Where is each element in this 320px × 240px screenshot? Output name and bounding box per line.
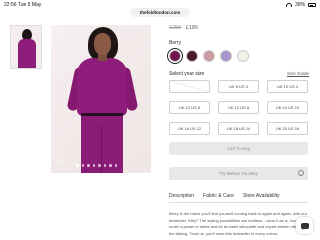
battery-icon bbox=[308, 3, 316, 7]
gallery-dots bbox=[76, 164, 117, 167]
product-main-image[interactable] bbox=[51, 25, 151, 173]
chat-button[interactable] bbox=[296, 217, 313, 234]
tab-divider bbox=[169, 202, 308, 203]
size-option[interactable]: UK 16 US 12 bbox=[169, 122, 210, 135]
size-label: Select your size bbox=[169, 71, 205, 77]
size-option[interactable]: UK 14 US 10 bbox=[267, 101, 308, 114]
size-option[interactable]: UK 12 US 8 bbox=[218, 101, 259, 114]
expand-icon[interactable]: ⤢ bbox=[57, 158, 65, 166]
gallery-dot[interactable] bbox=[98, 164, 101, 167]
chat-icon bbox=[300, 222, 309, 230]
size-guide-link[interactable]: Size Guide bbox=[287, 71, 309, 76]
swatch-berry[interactable] bbox=[167, 48, 183, 64]
wifi-icon bbox=[285, 3, 292, 7]
product-description: Berry is the brave you'll find yourself … bbox=[169, 211, 307, 236]
info-icon[interactable]: i bbox=[298, 170, 304, 176]
size-option[interactable]: UK 18 US 14 bbox=[218, 122, 259, 135]
model-belt bbox=[81, 113, 123, 116]
color-swatches bbox=[167, 48, 249, 64]
gallery-dot[interactable] bbox=[76, 164, 79, 167]
url-bar[interactable]: thefoldlondon.com bbox=[130, 8, 190, 17]
try-before-label: Try Before You Buy bbox=[219, 171, 258, 176]
battery-percent: 39% bbox=[294, 2, 305, 8]
swatch-mauve[interactable] bbox=[203, 50, 215, 62]
swatch-ivory[interactable] bbox=[237, 50, 249, 62]
size-option[interactable]: UK 20 US 16 bbox=[267, 122, 308, 135]
status-right: 39% bbox=[285, 2, 316, 8]
model-face bbox=[94, 33, 111, 55]
price-original: £250 bbox=[169, 25, 182, 31]
gallery-dot[interactable] bbox=[114, 164, 117, 167]
size-option[interactable]: UK 12 US 6 bbox=[169, 101, 210, 114]
gallery-dot[interactable] bbox=[109, 164, 112, 167]
size-option[interactable]: UK 8 US 3 bbox=[218, 80, 259, 93]
thumb-figure-body bbox=[18, 39, 36, 68]
model-top bbox=[77, 58, 127, 116]
gallery-dot[interactable] bbox=[81, 164, 84, 167]
try-before-you-buy-button[interactable]: Try Before You Buy i bbox=[169, 167, 308, 180]
size-grid: UK 8 US 3 UK 10 US 4 UK 12 US 6 UK 12 US… bbox=[169, 80, 308, 135]
price: £250 £185 bbox=[169, 25, 198, 31]
swatch-lilac[interactable] bbox=[220, 50, 232, 62]
size-option[interactable]: UK 10 US 4 bbox=[267, 80, 308, 93]
color-name: Berry bbox=[169, 40, 181, 46]
gallery-dot[interactable] bbox=[92, 164, 95, 167]
gallery-dot[interactable] bbox=[103, 164, 106, 167]
gallery-thumbnail[interactable] bbox=[10, 25, 42, 69]
status-time: 22:56 Tue 5 May bbox=[4, 2, 42, 8]
price-sale: £185 bbox=[185, 25, 199, 31]
size-option[interactable] bbox=[169, 80, 210, 93]
swatch-burgundy[interactable] bbox=[186, 50, 198, 62]
add-to-bag-button[interactable]: Add To Bag bbox=[169, 142, 308, 155]
gallery-dot[interactable] bbox=[87, 164, 90, 167]
